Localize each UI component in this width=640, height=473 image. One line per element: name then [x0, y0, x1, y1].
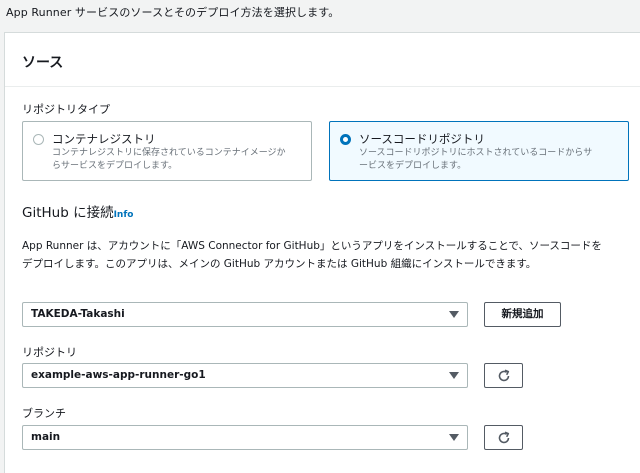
repository-label: リポジトリ: [22, 346, 77, 359]
tile-title: ソースコードリポジトリ: [359, 132, 485, 146]
repo-type-label: リポジトリタイプ: [22, 103, 110, 116]
caret-down-icon: [449, 311, 459, 318]
info-link[interactable]: Info: [114, 210, 134, 220]
repository-select[interactable]: example-aws-app-runner-go1: [22, 363, 468, 388]
select-value: example-aws-app-runner-go1: [31, 369, 206, 381]
page-intro: App Runner サービスのソースとそのデプロイ方法を選択します。: [6, 6, 340, 19]
github-connect-heading: GitHub に接続Info: [22, 201, 133, 221]
caret-down-icon: [449, 372, 459, 379]
panel-header: [5, 33, 640, 87]
tile-description-line: ソースコードリポジトリにホストされているコードからサ: [359, 148, 593, 158]
refresh-repository-button[interactable]: [484, 363, 523, 388]
tile-description: コンテナレジストリに保存されているコンテナイメージか らサービスをデプロイします…: [52, 147, 302, 173]
radio-source-code-repository[interactable]: [340, 134, 351, 145]
refresh-icon: [498, 369, 509, 382]
tile-title: コンテナレジストリ: [52, 132, 156, 146]
tile-description-line: コンテナレジストリに保存されているコンテナイメージか: [52, 148, 286, 158]
github-heading-text: GitHub に接続: [22, 205, 114, 221]
branch-select[interactable]: main: [22, 425, 468, 450]
panel-title: ソース: [22, 55, 64, 71]
refresh-icon: [498, 431, 509, 444]
github-connection-select[interactable]: TAKEDA-Takashi: [22, 302, 468, 327]
tile-description-line: らサービスをデプロイします。: [52, 161, 178, 171]
source-panel: ソース リポジトリタイプ コンテナレジストリ コンテナレジストリに保存されている…: [4, 32, 640, 473]
select-value: main: [31, 431, 61, 443]
caret-down-icon: [449, 434, 459, 441]
github-description: App Runner は、アカウントに「AWS Connector for Gi…: [22, 237, 622, 273]
select-value: TAKEDA-Takashi: [31, 308, 125, 320]
refresh-branch-button[interactable]: [484, 425, 523, 450]
tile-description: ソースコードリポジトリにホストされているコードからサ ービスをデプロイします。: [359, 147, 609, 173]
repo-type-source-code-repository[interactable]: ソースコードリポジトリ ソースコードリポジトリにホストされているコードからサ ー…: [329, 121, 629, 181]
branch-label: ブランチ: [22, 407, 66, 420]
radio-container-registry[interactable]: [33, 134, 44, 145]
description-line: デプロイします。このアプリは、メインの GitHub アカウントまたは GitH…: [22, 258, 537, 270]
add-new-button[interactable]: 新規追加: [484, 302, 561, 327]
description-line: App Runner は、アカウントに「AWS Connector for Gi…: [22, 240, 602, 252]
repo-type-container-registry[interactable]: コンテナレジストリ コンテナレジストリに保存されているコンテナイメージか らサー…: [22, 121, 312, 181]
tile-description-line: ービスをデプロイします。: [359, 161, 467, 171]
